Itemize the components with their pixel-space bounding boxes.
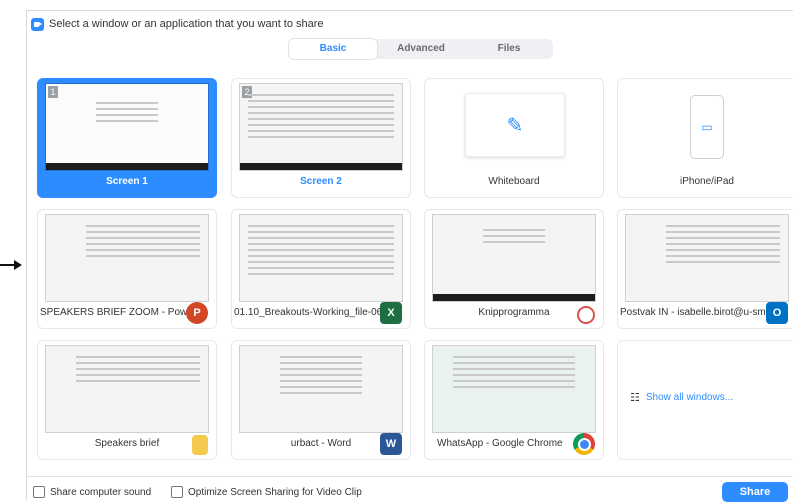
tab-basic[interactable]: Basic bbox=[289, 39, 377, 59]
window-thumbnail bbox=[239, 214, 403, 302]
snipping-tool-icon bbox=[577, 306, 595, 324]
share-option-whiteboard[interactable]: ✎ Whiteboard bbox=[424, 78, 604, 198]
optimize-video-label: Optimize Screen Sharing for Video Clip bbox=[188, 486, 362, 498]
pointer-arrow-icon bbox=[0, 260, 22, 270]
share-option-excel[interactable]: 01.10_Breakouts-Working_file-06_... X bbox=[231, 209, 411, 329]
share-option-iphone-ipad[interactable]: ▭ iPhone/iPad bbox=[617, 78, 793, 198]
card-label: SPEAKERS BRIEF ZOOM - PowerP... bbox=[40, 307, 190, 318]
card-label: Whiteboard bbox=[488, 176, 540, 187]
screen-1-thumbnail: 1 bbox=[45, 83, 209, 171]
share-button[interactable]: Share bbox=[722, 482, 788, 502]
screen-2-thumbnail: 2 bbox=[239, 83, 403, 171]
card-label: WhatsApp - Google Chrome bbox=[437, 438, 563, 449]
window-thumbnail bbox=[432, 345, 596, 433]
window-thumbnail bbox=[45, 214, 209, 302]
share-option-screen-2[interactable]: 2 Screen 2 bbox=[231, 78, 411, 198]
share-option-screen-1[interactable]: 1 Screen 1 bbox=[37, 78, 217, 198]
chrome-icon bbox=[573, 433, 595, 455]
share-footer: Share computer sound Optimize Screen Sha… bbox=[27, 476, 793, 502]
card-label: 01.10_Breakouts-Working_file-06_... bbox=[234, 307, 384, 318]
share-option-outlook[interactable]: Postvak IN - isabelle.birot@u-sm... O bbox=[617, 209, 793, 329]
tab-advanced[interactable]: Advanced bbox=[377, 39, 465, 59]
card-label: Speakers brief bbox=[94, 438, 160, 449]
airplay-phone-icon: ▭ bbox=[690, 95, 724, 159]
zoom-logo-icon bbox=[31, 17, 44, 31]
checkbox-box[interactable] bbox=[33, 486, 45, 498]
window-thumbnail bbox=[432, 214, 596, 302]
window-thumbnail bbox=[239, 345, 403, 433]
outlook-icon: O bbox=[766, 302, 788, 324]
tab-files[interactable]: Files bbox=[465, 39, 553, 59]
folder-icon bbox=[192, 435, 208, 455]
checkbox-box[interactable] bbox=[171, 486, 183, 498]
window-thumbnail bbox=[625, 214, 789, 302]
powerpoint-icon: P bbox=[186, 302, 208, 324]
share-option-snipping-tool[interactable]: Knipprogramma bbox=[424, 209, 604, 329]
share-sound-label: Share computer sound bbox=[50, 486, 152, 498]
window-thumbnail bbox=[45, 345, 209, 433]
share-tabs: Basic Advanced Files bbox=[289, 39, 553, 59]
card-label: Screen 1 bbox=[106, 176, 148, 187]
share-option-speakers-brief[interactable]: Speakers brief bbox=[37, 340, 217, 460]
card-label: Postvak IN - isabelle.birot@u-sm... bbox=[620, 307, 770, 318]
show-all-windows-label: Show all windows... bbox=[645, 392, 734, 403]
optimize-video-checkbox[interactable]: Optimize Screen Sharing for Video Clip bbox=[171, 486, 362, 498]
share-option-chrome[interactable]: WhatsApp - Google Chrome bbox=[424, 340, 604, 460]
share-option-word[interactable]: urbact - Word W bbox=[231, 340, 411, 460]
card-label: iPhone/iPad bbox=[680, 176, 734, 187]
title-bar: Select a window or an application that y… bbox=[31, 15, 324, 33]
show-all-windows[interactable]: ☷ Show all windows... bbox=[617, 340, 793, 460]
share-screen-dialog: Select a window or an application that y… bbox=[26, 10, 793, 502]
whiteboard-pen-icon: ✎ bbox=[465, 93, 565, 157]
window-title: Select a window or an application that y… bbox=[49, 18, 324, 30]
share-computer-sound-checkbox[interactable]: Share computer sound bbox=[33, 486, 151, 498]
share-option-powerpoint[interactable]: SPEAKERS BRIEF ZOOM - PowerP... P bbox=[37, 209, 217, 329]
excel-icon: X bbox=[380, 302, 402, 324]
card-label: Screen 2 bbox=[300, 176, 342, 187]
word-icon: W bbox=[380, 433, 402, 455]
screen-number-badge: 1 bbox=[48, 86, 58, 98]
show-all-windows-link[interactable]: ☷ Show all windows... bbox=[630, 391, 733, 404]
windows-list-icon: ☷ bbox=[630, 392, 640, 404]
